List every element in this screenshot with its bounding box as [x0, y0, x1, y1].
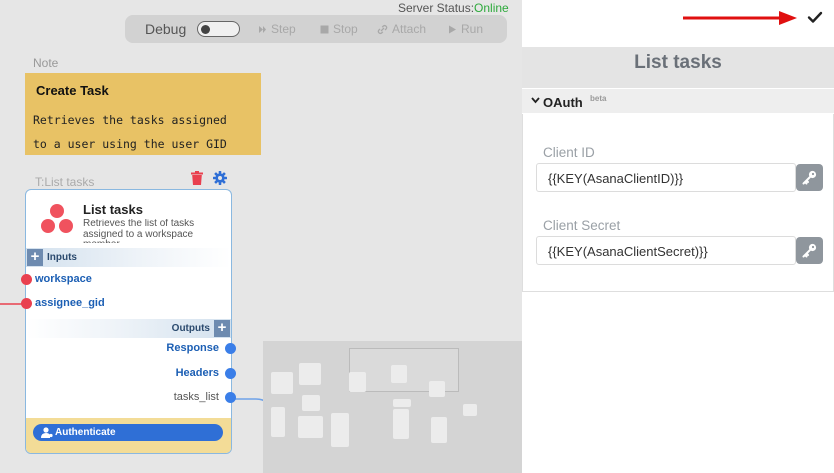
checkmark-icon[interactable]: [807, 9, 823, 25]
note-title: Create Task: [36, 83, 109, 98]
stop-button[interactable]: Stop: [320, 22, 358, 36]
run-label: Run: [461, 22, 484, 36]
client-secret-label: Client Secret: [543, 218, 621, 233]
minimap-node: [271, 372, 293, 394]
client-secret-input[interactable]: {{KEY(AsanaClientSecret)}}: [536, 236, 796, 265]
step-label: Step: [271, 22, 296, 36]
output-port-response[interactable]: Response: [166, 342, 219, 354]
user-key-icon: [41, 427, 53, 438]
minimap-node: [331, 413, 349, 447]
properties-panel: List tasks OAuth beta Client ID {{KEY(As…: [522, 0, 834, 473]
chevron-down-icon: [531, 97, 540, 104]
gear-icon[interactable]: [213, 171, 227, 185]
minimap-node: [302, 395, 320, 411]
panel-title: List tasks: [634, 52, 722, 73]
minimap-node: [349, 372, 366, 392]
node-title: List tasks: [83, 202, 143, 217]
play-icon: [449, 25, 456, 33]
minimap-node: [391, 365, 407, 383]
red-arrow-annotation: [683, 11, 797, 25]
asana-logo-icon: [41, 204, 73, 233]
minimap-node: [429, 381, 445, 397]
inputs-label: Inputs: [47, 252, 77, 263]
client-id-input[interactable]: {{KEY(AsanaClientID)}}: [536, 163, 796, 192]
run-button[interactable]: Run: [448, 22, 483, 36]
oauth-section-header[interactable]: OAuth beta: [522, 89, 834, 113]
minimap-node: [393, 399, 411, 407]
minimap[interactable]: [263, 341, 522, 473]
output-dot-tasks-list[interactable]: [225, 392, 236, 403]
server-status: Server Status:Online: [398, 1, 509, 15]
trash-icon[interactable]: [191, 171, 203, 185]
list-tasks-node[interactable]: List tasks Retrieves the list of tasks a…: [25, 189, 232, 454]
note-body-line: to a user using the user GID: [33, 137, 227, 151]
client-secret-key-button[interactable]: [796, 237, 823, 264]
debug-label: Debug: [145, 21, 187, 37]
flow-canvas[interactable]: Server Status:Online Debug Step Stop Att…: [0, 0, 522, 473]
stop-icon: [320, 25, 329, 33]
authenticate-area: Authenticate: [26, 418, 231, 453]
minimap-node: [393, 409, 409, 439]
minimap-node: [463, 404, 477, 416]
node-description: Retrieves the list of tasks assigned to …: [83, 219, 195, 243]
oauth-section-body: Client ID {{KEY(AsanaClientID)}} Client …: [522, 114, 834, 292]
step-button[interactable]: Step: [258, 22, 296, 36]
debug-toolbar: Debug Step Stop Attach Run: [125, 15, 507, 43]
input-port-assignee-gid[interactable]: assignee_gid: [35, 297, 105, 309]
note-card[interactable]: Create Task Retrieves the tasks assigned…: [25, 73, 261, 155]
attach-button[interactable]: Attach: [377, 22, 426, 36]
client-id-key-button[interactable]: [796, 164, 823, 191]
server-status-label: Server Status:: [398, 1, 475, 15]
minimap-node: [299, 363, 321, 385]
note-label: Note: [33, 56, 59, 70]
input-port-workspace[interactable]: workspace: [35, 273, 92, 285]
outputs-label: Outputs: [171, 323, 210, 334]
note-body-line: Retrieves the tasks assigned: [33, 113, 227, 127]
debug-toggle-knob: [201, 24, 210, 34]
minimap-node: [431, 417, 447, 443]
node-label: T:List tasks: [35, 175, 95, 189]
authenticate-label: Authenticate: [55, 427, 116, 438]
input-dot-assignee-gid[interactable]: [21, 298, 32, 309]
output-port-headers[interactable]: Headers: [176, 367, 219, 379]
note-body: Retrieves the tasks assigned to a user u…: [33, 108, 227, 156]
input-dot-workspace[interactable]: [21, 274, 32, 285]
add-output-button[interactable]: +: [214, 320, 230, 337]
authenticate-button[interactable]: Authenticate: [33, 424, 223, 441]
minimap-node: [298, 416, 323, 438]
debug-toggle[interactable]: [197, 21, 240, 37]
output-port-tasks-list[interactable]: tasks_list: [174, 391, 219, 403]
add-input-button[interactable]: +: [27, 249, 43, 266]
stop-label: Stop: [333, 22, 358, 36]
panel-header: List tasks: [522, 47, 834, 88]
output-dot-headers[interactable]: [225, 368, 236, 379]
attach-label: Attach: [392, 22, 427, 36]
output-dot-response[interactable]: [225, 343, 236, 354]
key-icon: [802, 170, 817, 185]
inputs-section: + Inputs: [26, 248, 231, 267]
beta-badge: beta: [590, 94, 607, 103]
oauth-section-title: OAuth: [543, 95, 583, 110]
step-icon: [259, 25, 266, 33]
client-id-label: Client ID: [543, 145, 595, 160]
link-icon: [377, 24, 388, 34]
key-icon: [802, 243, 817, 258]
server-status-value: Online: [474, 1, 509, 15]
minimap-node: [271, 407, 285, 437]
outputs-section: Outputs +: [26, 319, 231, 338]
